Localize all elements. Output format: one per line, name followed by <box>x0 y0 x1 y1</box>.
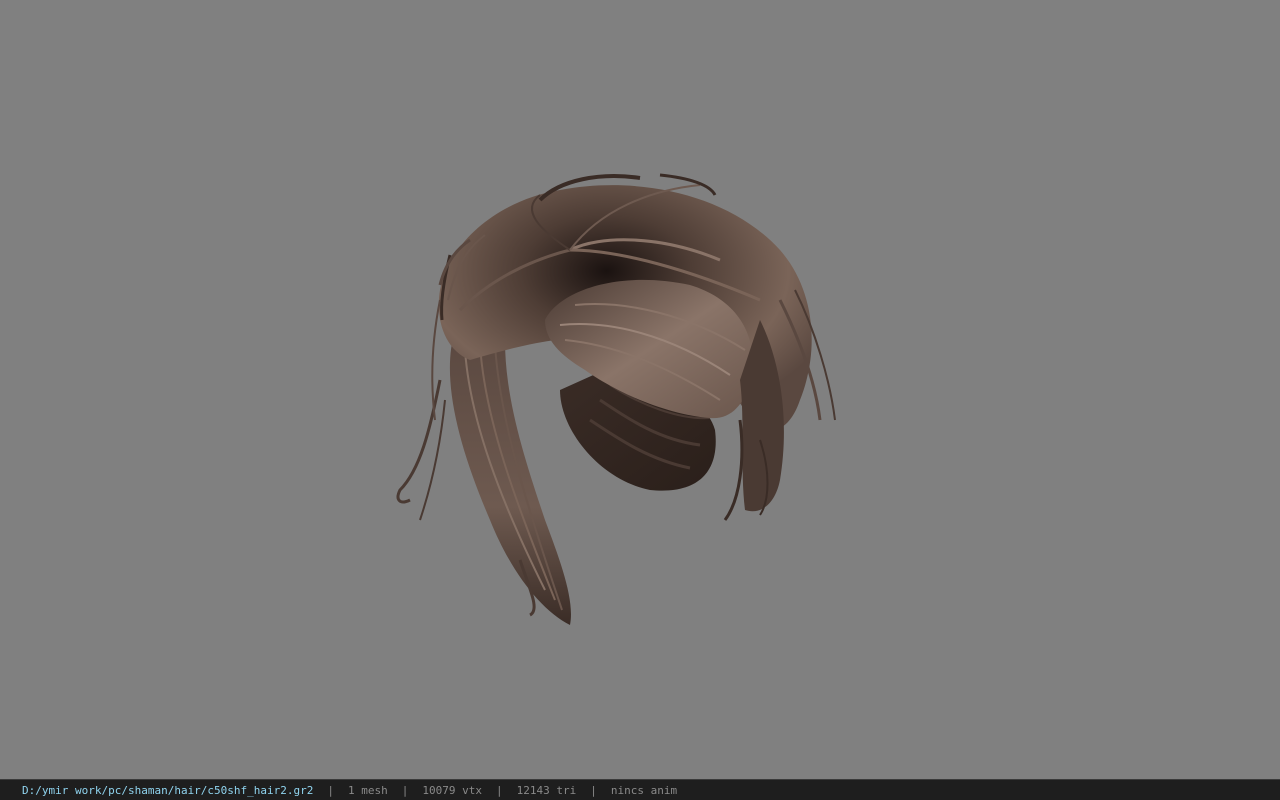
status-separator: | <box>401 783 409 797</box>
vertex-count-label: 10079 vtx <box>422 783 483 797</box>
triangle-count-label: 12143 tri <box>516 783 577 797</box>
status-separator: | <box>496 783 503 797</box>
hair-model-render[interactable] <box>0 0 1280 779</box>
hair-left-tail <box>396 330 571 625</box>
file-path-label: D:/ymir work/pc/shaman/hair/c50shf_hair2… <box>22 783 314 797</box>
status-separator: | <box>590 783 597 797</box>
mesh-count-label: 1 mesh <box>348 783 388 797</box>
animation-status-label: nincs anim <box>610 783 678 797</box>
status-bar: D:/ymir work/pc/shaman/hair/c50shf_hair2… <box>0 779 1280 800</box>
3d-viewport[interactable] <box>0 0 1280 779</box>
status-separator: | <box>327 783 335 797</box>
